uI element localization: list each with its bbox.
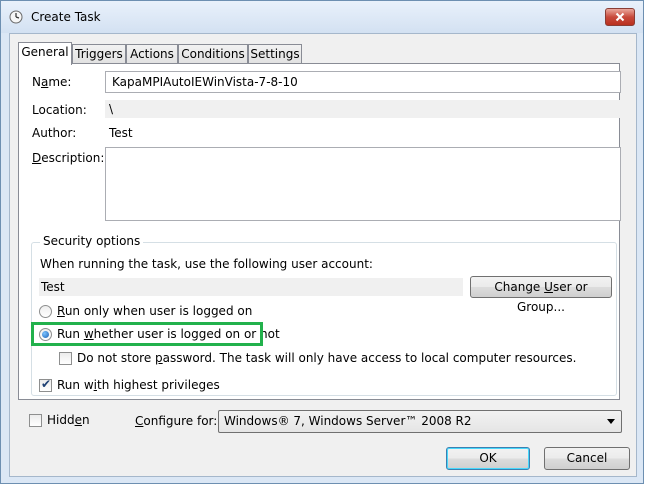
description-input[interactable] [105, 147, 621, 221]
general-tab-panel: Name: KapaMPIAutoIEWinVista-7-8-10 Locat… [18, 63, 621, 400]
do-not-store-password-checkbox[interactable] [59, 352, 72, 365]
name-input[interactable]: KapaMPIAutoIEWinVista-7-8-10 [105, 71, 621, 93]
configure-for-value: Windows® 7, Windows Server™ 2008 R2 [224, 414, 472, 428]
hidden-label[interactable]: Hidden [47, 413, 90, 427]
run-logged-on-radio[interactable] [39, 305, 52, 318]
tab-settings[interactable]: Settings [248, 44, 302, 64]
author-label: Author: [32, 126, 77, 140]
location-value: \ [105, 100, 621, 118]
do-not-store-password-label[interactable]: Do not store password. The task will onl… [77, 351, 576, 365]
configure-for-label: Configure for: [135, 414, 218, 428]
close-button[interactable] [605, 8, 635, 26]
tab-actions[interactable]: Actions [126, 44, 178, 64]
tab-conditions[interactable]: Conditions [178, 44, 248, 64]
location-label: Location: [32, 103, 87, 117]
tab-triggers[interactable]: Triggers [72, 44, 126, 64]
description-label: Description: [32, 151, 105, 165]
run-logged-on-label[interactable]: Run only when user is logged on [57, 304, 252, 318]
highest-privileges-label[interactable]: Run with highest privileges [57, 378, 220, 392]
hidden-checkbox[interactable] [29, 414, 42, 427]
create-task-window: Create Task General Triggers Actions Con… [0, 0, 644, 484]
title-bar[interactable]: Create Task [1, 1, 643, 33]
ok-button[interactable]: OK [446, 447, 530, 470]
change-user-button[interactable]: Change User or Group... [470, 276, 612, 314]
name-label: Name: [32, 75, 72, 89]
dropdown-arrow-icon [607, 419, 615, 424]
highlight-annotation [31, 322, 263, 346]
account-prompt: When running the task, use the following… [40, 257, 373, 271]
window-title: Create Task [31, 10, 101, 24]
close-icon [615, 12, 625, 22]
author-value: Test [109, 126, 133, 140]
cancel-button[interactable]: Cancel [544, 447, 630, 470]
configure-for-dropdown[interactable]: Windows® 7, Windows Server™ 2008 R2 [218, 410, 622, 433]
dialog-client: General Triggers Actions Conditions Sett… [9, 33, 637, 477]
user-account-value: Test [39, 278, 463, 296]
clock-icon [9, 10, 23, 24]
tab-general[interactable]: General [18, 42, 72, 65]
highest-privileges-checkbox[interactable] [39, 377, 52, 392]
security-options-title: Security options [40, 234, 144, 248]
